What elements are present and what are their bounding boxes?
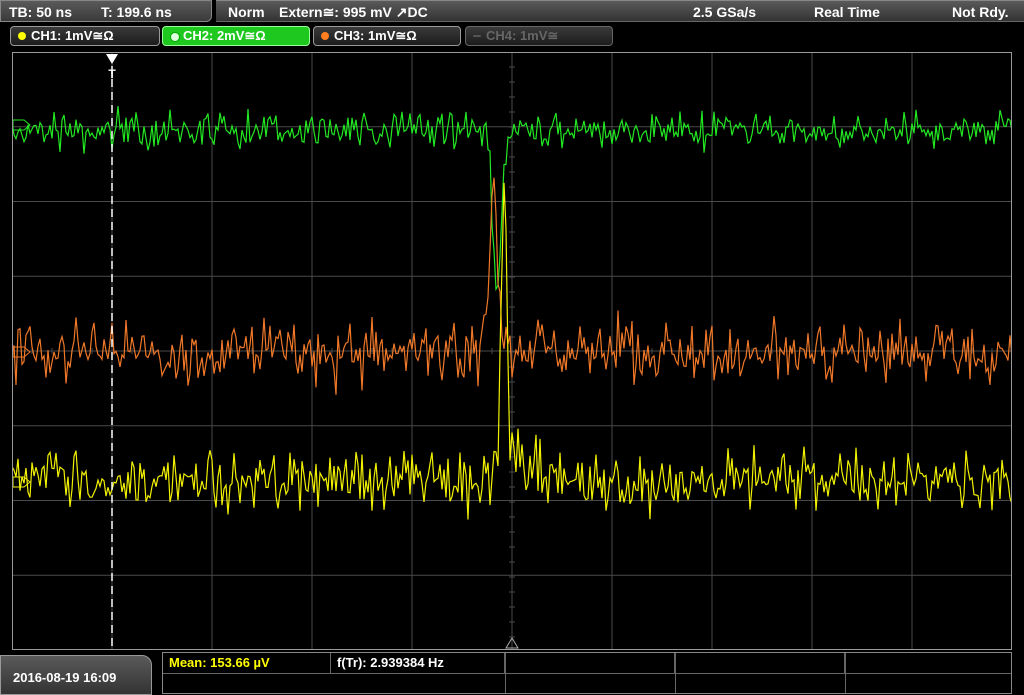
measurement-slot-3 xyxy=(505,653,675,673)
graticule-border xyxy=(12,52,1012,650)
ch4-label: CH4: 1mV≅ xyxy=(486,28,559,43)
ch2-indicator-icon xyxy=(170,32,180,42)
ch4-indicator-icon xyxy=(473,35,481,37)
mean-measurement: Mean: 153.66 µV xyxy=(163,653,331,673)
trigger-time-value: T: 199.6 ns xyxy=(101,4,172,20)
acquisition-mode: Real Time xyxy=(814,4,880,20)
measurement-slot-4 xyxy=(675,653,845,673)
trigger-status-panel[interactable]: Norm Extern≅: 995 mV ↗DC 2.5 GSa/s Real … xyxy=(216,0,1024,22)
channel-3-tab[interactable]: CH3: 1mV≅Ω xyxy=(313,26,461,46)
channel-bar: CH1: 1mV≅Ω CH2: 2mV≅Ω CH3: 1mV≅Ω CH4: 1m… xyxy=(0,24,1024,48)
datetime-text: 2016-08-19 16:09 xyxy=(13,670,117,685)
channel-1-tab[interactable]: CH1: 1mV≅Ω xyxy=(10,26,160,46)
run-state: Not Rdy. xyxy=(952,4,1009,20)
datetime-panel: 2016-08-19 16:09 xyxy=(0,655,152,695)
channel-4-tab[interactable]: CH4: 1mV≅ xyxy=(465,26,613,46)
status-bar: TB: 50 ns T: 199.6 ns Norm Extern≅: 995 … xyxy=(0,0,1024,24)
measurement-row-2 xyxy=(163,673,1011,694)
trigger-source: Extern≅: 995 mV ↗DC xyxy=(279,4,428,20)
frequency-measurement: f(Tr): 2.939384 Hz xyxy=(331,653,505,673)
divider xyxy=(845,653,846,693)
divider xyxy=(505,653,506,693)
trigger-mode: Norm xyxy=(228,4,265,20)
ch2-label: CH2: 2mV≅Ω xyxy=(183,28,266,43)
ch1-label: CH1: 1mV≅Ω xyxy=(31,28,114,43)
timebase-value: TB: 50 ns xyxy=(9,4,73,20)
timebase-panel[interactable]: TB: 50 ns T: 199.6 ns xyxy=(0,0,212,22)
measurement-panel[interactable]: Mean: 153.66 µV f(Tr): 2.939384 Hz xyxy=(162,652,1012,694)
channel-2-tab[interactable]: CH2: 2mV≅Ω xyxy=(162,26,310,46)
divider xyxy=(675,653,676,693)
ch1-indicator-icon xyxy=(18,32,26,40)
ch3-label: CH3: 1mV≅Ω xyxy=(334,28,417,43)
ch3-indicator-icon xyxy=(321,32,329,40)
sample-rate: 2.5 GSa/s xyxy=(693,4,757,20)
